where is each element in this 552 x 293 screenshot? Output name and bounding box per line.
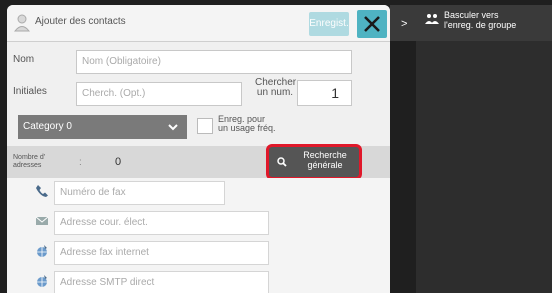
- address-count-label: Nombre d' adresses: [13, 154, 45, 170]
- search-number-input[interactable]: 1: [297, 80, 352, 106]
- search-number-label: Chercher un num.: [255, 78, 296, 98]
- frequent-use-label: Enreg. pour un usage fréq.: [218, 115, 276, 133]
- global-search-label: Recherche générale: [297, 150, 353, 170]
- category-select[interactable]: Category 0: [18, 115, 187, 139]
- group-switch-label-1: Basculer vers: [444, 10, 499, 20]
- page-title: Ajouter des contacts: [35, 16, 126, 27]
- global-search-label-2: générale: [307, 160, 343, 170]
- add-contact-panel: Ajouter des contacts Enregist. Nom Nom (…: [7, 5, 390, 293]
- panel-header: Ajouter des contacts Enregist.: [7, 5, 390, 42]
- smtp-icon: [37, 275, 47, 287]
- name-input[interactable]: Nom (Obligatoire): [76, 50, 352, 74]
- group-icon: [425, 14, 439, 24]
- email-address-input[interactable]: Adresse cour. élect.: [54, 211, 269, 235]
- global-search-label-1: Recherche: [303, 150, 347, 160]
- fax-icon: [36, 185, 48, 197]
- name-label: Nom: [13, 54, 35, 65]
- contact-list: Numéro de fax Adresse cour. élect. Adres…: [7, 178, 390, 293]
- address-count-label-2: adresses: [13, 162, 42, 169]
- email-icon: [35, 216, 49, 225]
- global-search-button[interactable]: Recherche générale: [266, 144, 362, 180]
- group-panel-body: [416, 41, 552, 293]
- initials-label: Initiales: [13, 86, 47, 97]
- internet-fax-input[interactable]: Adresse fax internet: [54, 241, 269, 265]
- fax-number-input[interactable]: Numéro de fax: [54, 181, 225, 205]
- frequent-use-label-2: un usage fréq.: [218, 123, 276, 133]
- category-value: Category 0: [23, 121, 72, 132]
- initials-input[interactable]: Cherch. (Opt.): [76, 82, 242, 106]
- address-count-value: 0: [115, 156, 122, 168]
- group-switch-label[interactable]: Basculer vers l'enreg. de groupe: [444, 10, 544, 30]
- internet-fax-icon: [37, 245, 47, 257]
- close-button[interactable]: [357, 10, 387, 38]
- smtp-address-input[interactable]: Adresse SMTP direct: [54, 271, 269, 293]
- search-number-label-2: un num.: [256, 87, 294, 98]
- search-icon: [277, 157, 287, 167]
- close-icon: [364, 16, 380, 32]
- frequent-use-checkbox[interactable]: [197, 118, 213, 134]
- address-count-label-1: Nombre d': [13, 154, 46, 161]
- register-button[interactable]: Enregist.: [309, 12, 349, 36]
- group-switch-label-2: l'enreg. de groupe: [444, 20, 517, 30]
- chevron-right-icon: >: [401, 18, 408, 30]
- person-icon: [14, 14, 30, 32]
- count-separator: :: [79, 157, 82, 168]
- chevron-down-icon: [168, 124, 178, 131]
